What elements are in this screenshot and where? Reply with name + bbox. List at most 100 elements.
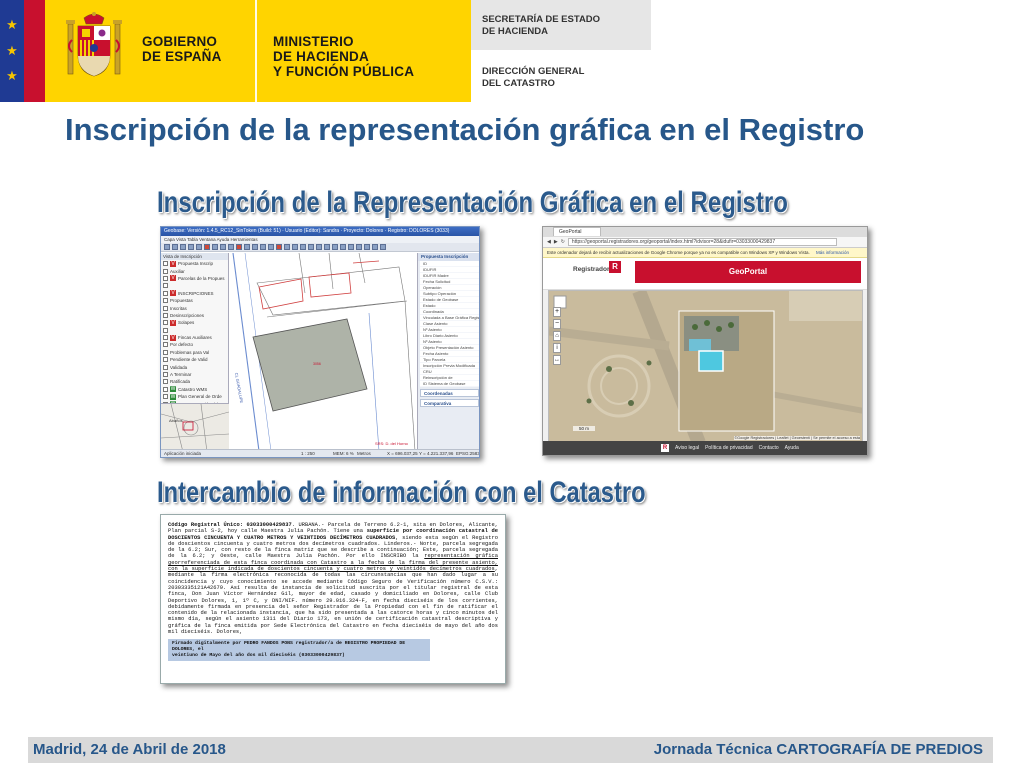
layer-checkbox[interactable] (163, 268, 168, 274)
tool-icon (356, 244, 362, 250)
back-icon: ◀ (547, 239, 551, 245)
layer-item[interactable]: W Plan General de Orde (161, 393, 228, 400)
layer-list: V Propuesta Inscrip Auxiliar V Parcelas de l… (161, 260, 228, 415)
layer-item[interactable]: V Parcelas de la Propues (161, 275, 228, 282)
layer-item[interactable]: Desinscripciones (161, 312, 228, 319)
layer-checkbox[interactable] (163, 305, 168, 311)
more-info-link: Más información (815, 250, 849, 255)
layer-type-icon: V (170, 260, 176, 267)
tool-icon (372, 244, 378, 250)
coordinates-panel[interactable]: Coordenadas (420, 389, 479, 397)
tool-icon (220, 244, 226, 250)
layer-item[interactable]: V Solapes (161, 319, 228, 326)
legal-notice-link[interactable]: Aviso legal (675, 445, 699, 451)
tool-icon (276, 244, 282, 250)
slide-footer: Madrid, 24 de Abril de 2018 Jornada Técn… (28, 737, 993, 763)
layers-panel-title: Vista de Inscripción (161, 253, 228, 260)
layer-checkbox[interactable] (163, 290, 168, 296)
tool-icon (324, 244, 330, 250)
privacy-policy-link[interactable]: Política de privacidad (705, 445, 753, 451)
layer-item[interactable]: Problemas para Val (161, 349, 228, 356)
layer-item[interactable] (161, 327, 228, 334)
geoportal-banner: Registradores R GeoPortal (543, 258, 867, 290)
layer-checkbox[interactable] (163, 357, 168, 363)
layer-checkbox[interactable] (163, 386, 168, 392)
footer-date: Madrid, 24 de Abril de 2018 (33, 741, 226, 758)
layer-checkbox[interactable] (163, 275, 168, 281)
layer-item[interactable]: V Fincas Auxiliares (161, 334, 228, 341)
layer-checkbox[interactable] (163, 335, 168, 341)
measure-icon[interactable]: ↔ (553, 355, 561, 365)
layer-checkbox[interactable] (163, 283, 168, 289)
tool-icon (340, 244, 346, 250)
layers-panel: Vista de Inscripción V Propuesta Inscrip A… (161, 253, 230, 453)
layer-checkbox[interactable] (163, 379, 168, 385)
overview-map-drawing (161, 403, 230, 453)
layer-item[interactable]: W Catastro WMS (161, 386, 228, 393)
layer-checkbox[interactable] (163, 261, 168, 267)
layer-item[interactable]: A Terminar (161, 371, 228, 378)
layer-label: Pendiente de Valid (170, 357, 208, 363)
browser-tab-bar: GeoPortal (543, 227, 867, 237)
layer-label: Fincas Auxiliares (178, 335, 212, 341)
comparison-panel[interactable]: Comparativa (420, 399, 479, 407)
ministry-name: MINISTERIO DE HACIENDA Y FUNCIÓN PÚBLICA (273, 34, 415, 79)
layer-item[interactable]: Auxiliar (161, 267, 228, 274)
layer-checkbox[interactable] (163, 320, 168, 326)
gis-app-screenshot: Geobase: Versión: 1.4.5_RC12_SinToken (B… (160, 226, 480, 458)
home-icon[interactable]: ⌂ (553, 331, 561, 341)
layer-item[interactable]: Validada (161, 363, 228, 370)
tool-icon (364, 244, 370, 250)
layer-item[interactable]: Propuestas (161, 297, 228, 304)
tool-icon (380, 244, 386, 250)
zoom-out-button[interactable]: − (553, 319, 561, 329)
contact-link[interactable]: Contacto (759, 445, 779, 451)
info-icon[interactable]: i (553, 343, 561, 353)
layer-checkbox[interactable] (163, 372, 168, 378)
browser-tab: GeoPortal (553, 227, 601, 236)
star-icon: ★ (6, 69, 18, 85)
page-title: Inscripción de la representación gráfica… (65, 112, 865, 147)
reload-icon: ↻ (560, 239, 565, 245)
url-field: https://geoportal.registradores.org/geop… (567, 238, 837, 246)
layer-checkbox[interactable] (163, 349, 168, 355)
layer-checkbox[interactable] (163, 298, 168, 304)
layer-checkbox[interactable] (163, 394, 168, 400)
registradores-footer-icon: R (661, 444, 669, 452)
layer-item[interactable]: V INSCRIPCIONES (161, 290, 228, 297)
layer-item[interactable]: Por defecto (161, 341, 228, 348)
tool-icon (196, 244, 202, 250)
browser-warning-bar: Este ordenador dejará de recibir actuali… (543, 248, 867, 258)
help-link[interactable]: Ayuda (785, 445, 799, 451)
layer-item[interactable]: V Propuesta Inscrip (161, 260, 228, 267)
spain-flag-strip: ★ ★ ★ (0, 0, 45, 102)
digital-signature-box: Firmado digitalmente por PEDRO FANDOS PO… (168, 639, 430, 662)
layer-checkbox[interactable] (163, 327, 168, 333)
section-title-exchange: Intercambio de información con el Catast… (157, 476, 646, 509)
layer-checkbox[interactable] (163, 312, 168, 318)
tool-icon (244, 244, 250, 250)
secretariat-name: SECRETARÍA DE ESTADO DE HACIENDA (482, 14, 601, 37)
layer-label: Inscritas (170, 305, 187, 311)
layer-item[interactable]: Inscritas (161, 304, 228, 311)
section-title-inscription: Inscripción de la Representación Gráfica… (157, 186, 788, 219)
geoportal-screenshot: GeoPortal ◀ ▶ ↻ https://geoportal.regist… (542, 226, 868, 456)
zoom-in-button[interactable]: + (553, 307, 561, 317)
layer-checkbox[interactable] (163, 364, 168, 370)
tool-icon (300, 244, 306, 250)
layer-label: Problemas para Val (170, 349, 210, 355)
layer-label: INSCRIPCIONES (178, 290, 214, 296)
layer-item[interactable]: Pendiente de Valid (161, 356, 228, 363)
layer-item[interactable]: Ratificada (161, 378, 228, 385)
tool-icon (252, 244, 258, 250)
layer-label: Auxiliar (170, 268, 185, 274)
layer-label: A Terminar (170, 372, 192, 378)
tool-icon (180, 244, 186, 250)
layer-item[interactable] (161, 282, 228, 289)
gis-window-title: Geobase: Versión: 1.4.5_RC12_SinToken (B… (161, 227, 479, 236)
layer-checkbox[interactable] (163, 342, 168, 348)
tool-icon (332, 244, 338, 250)
layer-type-icon: V (170, 319, 176, 326)
tool-icon (308, 244, 314, 250)
coat-of-arms-icon (66, 12, 122, 77)
